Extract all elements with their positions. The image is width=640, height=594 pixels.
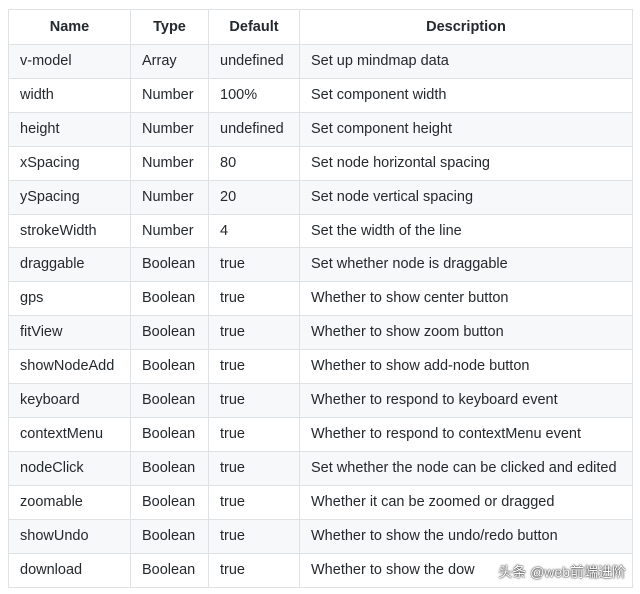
header-row: Name Type Default Description (8, 9, 633, 45)
cell-description: Whether it can be zoomed or dragged (299, 484, 633, 520)
cell-description: Whether to show center button (299, 281, 633, 317)
cell-description: Whether to show add-node button (299, 349, 633, 385)
cell-type: Boolean (130, 484, 209, 520)
cell-description: Set node vertical spacing (299, 179, 633, 215)
cell-description: Set component width (299, 77, 633, 113)
table-row: gps Boolean true Whether to show center but… (8, 281, 633, 317)
table-row: width Number 100% Set component width (8, 77, 633, 113)
cell-type: Boolean (130, 416, 209, 452)
cell-name: strokeWidth (8, 213, 131, 249)
table-row: ySpacing Number 20 Set node vertical spacin… (8, 179, 633, 215)
cell-type: Boolean (130, 383, 209, 418)
header-description: Description (299, 9, 633, 45)
cell-description: Set whether node is draggable (299, 247, 633, 283)
table-row: showNodeAdd Boolean true Whether to show ad… (8, 349, 633, 385)
cell-default: true (208, 416, 300, 452)
header-name: Name (8, 9, 131, 45)
cell-default: true (208, 552, 300, 588)
cell-name: xSpacing (8, 145, 131, 181)
cell-type: Number (130, 179, 209, 215)
cell-default: true (208, 315, 300, 351)
cell-name: ySpacing (8, 179, 131, 215)
cell-description: Whether to show the undo/redo button (299, 518, 633, 554)
table-row: draggable Boolean true Set whether node is … (8, 247, 633, 283)
table-row: contextMenu Boolean true Whether to respond… (8, 416, 633, 452)
cell-name: gps (8, 281, 131, 317)
cell-name: draggable (8, 247, 131, 283)
table-row: strokeWidth Number 4 Set the width of the l… (8, 213, 633, 249)
table-row: keyboard Boolean true Whether to respond to… (8, 383, 633, 418)
cell-description: Set up mindmap data (299, 44, 633, 79)
cell-description: Set whether the node can be clicked and … (299, 450, 633, 486)
table-row: fitView Boolean true Whether to show zoom b… (8, 315, 633, 351)
cell-description: Whether to respond to contextMenu event (299, 416, 633, 452)
props-table: Name Type Default Description v-model Arr… (8, 9, 633, 588)
cell-type: Boolean (130, 281, 209, 317)
table-row: xSpacing Number 80 Set node horizontal spac… (8, 145, 633, 181)
cell-name: download (8, 552, 131, 588)
table-row: height Number undefined Set component heigh… (8, 111, 633, 147)
cell-default: 20 (208, 179, 300, 215)
table-header: Name Type Default Description (8, 9, 633, 45)
cell-name: zoomable (8, 484, 131, 520)
cell-type: Boolean (130, 552, 209, 588)
cell-name: showUndo (8, 518, 131, 554)
cell-default: undefined (208, 111, 300, 147)
table-body: v-model Array undefined Set up mindmap data… (8, 44, 633, 588)
cell-name: keyboard (8, 383, 131, 418)
cell-default: true (208, 383, 300, 418)
cell-default: 80 (208, 145, 300, 181)
cell-type: Boolean (130, 247, 209, 283)
cell-type: Number (130, 213, 209, 249)
cell-type: Number (130, 77, 209, 113)
cell-default: true (208, 349, 300, 385)
table-row: showUndo Boolean true Whether to show the u… (8, 518, 633, 554)
cell-default: undefined (208, 44, 300, 79)
table-row: nodeClick Boolean true Set whether the node… (8, 450, 633, 486)
cell-type: Boolean (130, 315, 209, 351)
cell-description: Whether to show zoom button (299, 315, 633, 351)
cell-description: Whether to respond to keyboard event (299, 383, 633, 418)
cell-name: height (8, 111, 131, 147)
cell-type: Number (130, 145, 209, 181)
cell-default: 100% (208, 77, 300, 113)
cell-default: true (208, 281, 300, 317)
cell-description: Set the width of the line (299, 213, 633, 249)
cell-name: showNodeAdd (8, 349, 131, 385)
table-row: zoomable Boolean true Whether it can be zoo… (8, 484, 633, 520)
cell-name: v-model (8, 44, 131, 79)
cell-name: fitView (8, 315, 131, 351)
header-default: Default (208, 9, 300, 45)
cell-description: Set component height (299, 111, 633, 147)
table-row: v-model Array undefined Set up mindmap data (8, 44, 633, 79)
watermark: 头条 @web前端进阶 (498, 564, 626, 580)
cell-default: 4 (208, 213, 300, 249)
cell-default: true (208, 484, 300, 520)
cell-name: nodeClick (8, 450, 131, 486)
cell-default: true (208, 518, 300, 554)
cell-type: Boolean (130, 518, 209, 554)
cell-type: Boolean (130, 349, 209, 385)
cell-default: true (208, 247, 300, 283)
cell-description: Set node horizontal spacing (299, 145, 633, 181)
cell-type: Boolean (130, 450, 209, 486)
cell-type: Number (130, 111, 209, 147)
header-type: Type (130, 9, 209, 45)
cell-type: Array (130, 44, 209, 79)
cell-name: contextMenu (8, 416, 131, 452)
cell-name: width (8, 77, 131, 113)
cell-default: true (208, 450, 300, 486)
